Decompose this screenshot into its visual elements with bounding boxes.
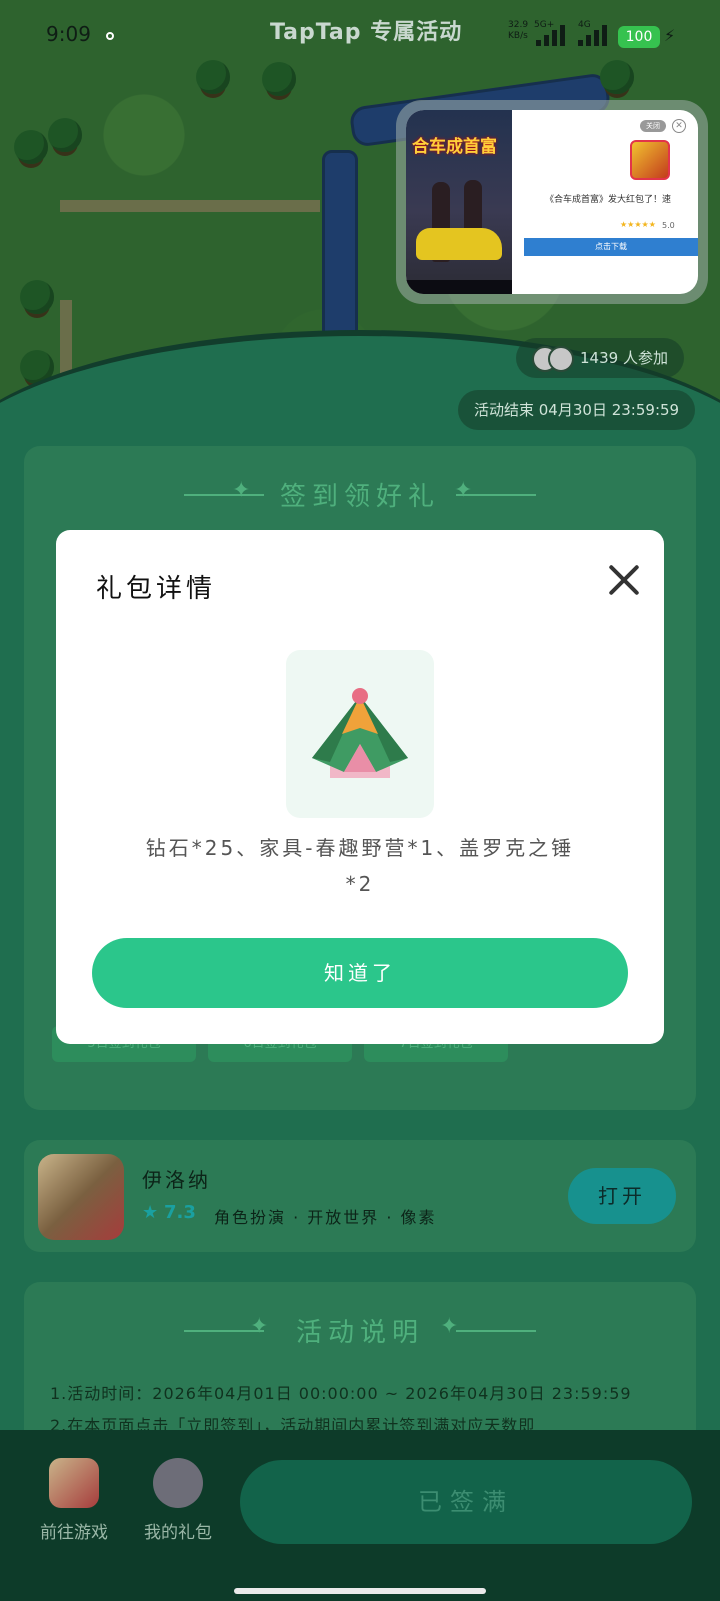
tent-icon — [312, 688, 408, 778]
gift-description-line-2: *2 — [345, 872, 375, 896]
gift-description: 钻石*25、家具-春趣野营*1、盖罗克之锤 *2 — [116, 830, 604, 902]
got-it-button[interactable]: 知道了 — [92, 938, 628, 1008]
modal-title: 礼包详情 — [96, 574, 217, 604]
gift-description-line-1: 钻石*25、家具-春趣野营*1、盖罗克之锤 — [145, 836, 575, 860]
gift-image — [286, 650, 434, 818]
close-icon[interactable] — [604, 560, 644, 600]
gift-detail-modal: 礼包详情 钻石*25、家具-春趣野营*1、盖罗克之锤 *2 知道了 — [56, 530, 664, 1044]
